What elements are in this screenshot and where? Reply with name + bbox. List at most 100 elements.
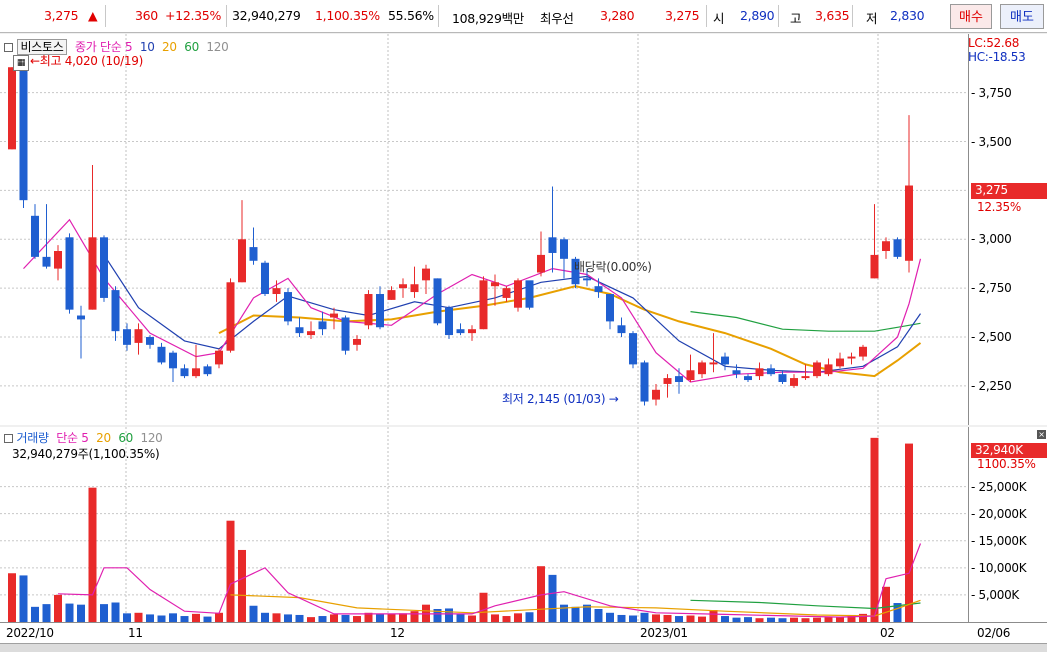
candle-body bbox=[686, 370, 695, 381]
candle-body bbox=[893, 239, 902, 257]
volume-bar bbox=[77, 604, 85, 622]
current-volume-label: 32,940K bbox=[971, 443, 1047, 458]
high-label: 고 bbox=[790, 11, 802, 26]
candle-body bbox=[249, 247, 258, 261]
current-price-label: 3,275 bbox=[971, 183, 1047, 199]
candle-body bbox=[663, 378, 672, 384]
candle-body bbox=[157, 346, 166, 363]
candle-body bbox=[560, 239, 568, 259]
volume-bar bbox=[134, 612, 143, 622]
hc-value: HC:-18.53 bbox=[968, 50, 1026, 64]
x-label-date: 02/06 bbox=[977, 626, 1011, 640]
ma120-label: 120 bbox=[206, 40, 229, 54]
candle-body bbox=[882, 241, 890, 252]
volume-bar bbox=[709, 610, 718, 622]
price-y-tick: - 2,500 bbox=[971, 330, 1012, 345]
candle-body bbox=[134, 329, 143, 343]
x-label-oct: 2022/10 bbox=[6, 626, 54, 640]
volume-bar bbox=[514, 613, 522, 622]
x-axis: 2022/10 11 12 2023/01 02 02/06 bbox=[0, 622, 1047, 643]
open-label: 시 bbox=[713, 11, 725, 26]
volume-bar bbox=[571, 606, 580, 622]
candle-body bbox=[813, 362, 821, 377]
volume-bar bbox=[905, 443, 913, 622]
high-marker: ←최고 4,020 (10/19) bbox=[30, 54, 144, 68]
volume-bar bbox=[330, 614, 338, 622]
volume-ma-label: 단순 bbox=[56, 431, 78, 445]
candle-body bbox=[640, 362, 649, 402]
price-y-tick: - 3,500 bbox=[971, 134, 1012, 149]
price-chart[interactable] bbox=[0, 34, 1047, 425]
candle-body bbox=[537, 254, 545, 273]
x-label-dec: 12 bbox=[390, 626, 405, 640]
price-change: 360 bbox=[135, 8, 158, 23]
vma5-label: 5 bbox=[81, 431, 89, 445]
volume-bar bbox=[249, 605, 258, 622]
volume-bar bbox=[238, 549, 246, 622]
volume-bar bbox=[100, 604, 108, 622]
change-arrow-icon: ▲ bbox=[88, 8, 98, 23]
volume-bar bbox=[617, 614, 626, 622]
candle-body bbox=[77, 315, 85, 320]
vma120-label: 120 bbox=[140, 431, 163, 445]
volume-toggle-icon[interactable] bbox=[4, 434, 13, 443]
dividend-label: 배당락(0.00%) bbox=[574, 260, 652, 274]
candle-body bbox=[111, 290, 120, 332]
volume-bar bbox=[410, 611, 419, 622]
volume-bar bbox=[295, 614, 304, 622]
candle-body bbox=[732, 370, 741, 375]
vma60-label: 60 bbox=[118, 431, 133, 445]
candle-body bbox=[652, 389, 660, 400]
volume-ratio: 1,100.35% bbox=[315, 8, 380, 23]
volume-bar bbox=[341, 614, 350, 622]
candle-body bbox=[445, 307, 453, 336]
high-marker-text: 최고 4,020 (10/19) bbox=[39, 54, 144, 68]
calendar-icon[interactable]: ▦ bbox=[13, 55, 29, 71]
lc-value: LC:52.68 bbox=[968, 36, 1020, 50]
current-price: 3,275 bbox=[44, 8, 79, 23]
volume-y-tick: - 20,000K bbox=[971, 506, 1027, 521]
volume-bar bbox=[606, 612, 614, 622]
candle-body bbox=[905, 185, 913, 261]
x-label-feb: 02 bbox=[880, 626, 895, 640]
volume-bar bbox=[594, 609, 603, 622]
candle-body bbox=[261, 262, 269, 295]
candle-body bbox=[180, 368, 189, 377]
candle-body bbox=[399, 284, 407, 289]
sell-button[interactable]: 매도 bbox=[1000, 4, 1044, 29]
x-label-jan: 2023/01 bbox=[640, 626, 688, 640]
volume-bar bbox=[548, 574, 557, 622]
candle-body bbox=[284, 292, 292, 322]
percent-value: 55.56% bbox=[388, 8, 434, 23]
candle-body bbox=[456, 329, 465, 334]
candle-body bbox=[859, 346, 867, 357]
candle-body bbox=[824, 364, 833, 375]
volume-bar bbox=[146, 614, 154, 622]
low-marker: 최저 2,145 (01/03) → bbox=[502, 392, 619, 406]
volume-title: 거래량 bbox=[16, 431, 50, 445]
volume-bar bbox=[88, 487, 97, 622]
volume-bar bbox=[192, 613, 200, 622]
volume-bar bbox=[859, 613, 867, 622]
low-marker-text: 최저 2,145 (01/03) bbox=[502, 392, 606, 406]
volume-y-axis: × 32,940K 1100.35% - 25,000K - 20,000K - 1… bbox=[968, 427, 1047, 622]
candle-body bbox=[698, 362, 706, 375]
close-panel-icon[interactable]: × bbox=[1037, 430, 1046, 439]
candle-body bbox=[767, 368, 775, 375]
volume-y-tick: - 25,000K bbox=[971, 479, 1027, 494]
candle-body bbox=[847, 356, 856, 359]
panel-toggle-icon[interactable] bbox=[4, 43, 13, 52]
candle-body bbox=[88, 237, 97, 310]
candle-body bbox=[387, 290, 396, 300]
candle-body bbox=[514, 280, 522, 308]
candle-body bbox=[479, 280, 488, 330]
candle-body bbox=[433, 278, 442, 324]
volume-bar bbox=[111, 602, 120, 622]
candle-body bbox=[123, 329, 131, 345]
buy-button[interactable]: 매수 bbox=[950, 4, 992, 29]
candle-body bbox=[790, 378, 798, 386]
trade-amount: 108,929백만 bbox=[452, 11, 524, 26]
volume-y-tick: - 15,000K bbox=[971, 533, 1027, 548]
price-y-tick: - 2,750 bbox=[971, 281, 1012, 296]
candle-body bbox=[330, 313, 338, 318]
